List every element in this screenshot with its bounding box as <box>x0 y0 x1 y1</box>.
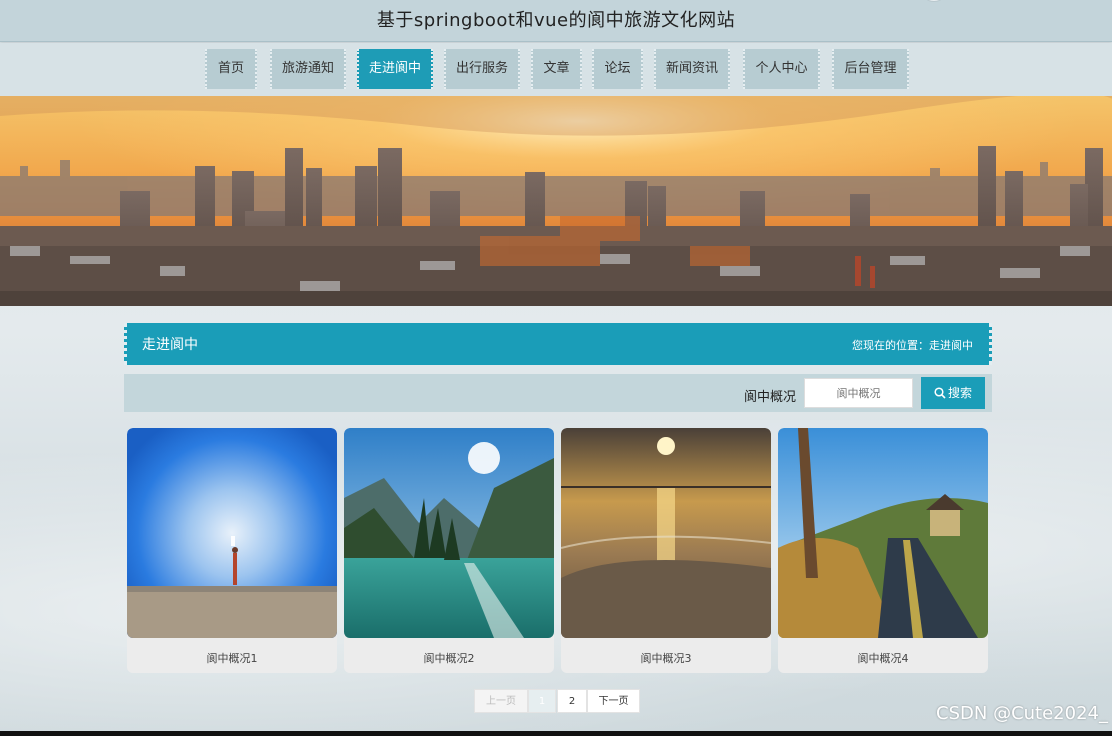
card-caption: 阆中概况3 <box>640 652 692 665</box>
nav-item-admin[interactable]: 后台管理 <box>832 49 909 89</box>
search-button-label: 搜索 <box>947 386 972 400</box>
section-title: 走进阆中 <box>142 337 198 353</box>
attraction-card[interactable]: 阆中概况3 <box>561 428 771 673</box>
next-page-button[interactable]: 下一页 <box>587 689 640 713</box>
prev-page-button[interactable]: 上一页 <box>474 689 528 713</box>
breadcrumb: 您现在的位置：走进阆中 <box>852 339 973 352</box>
user-avatar[interactable] <box>920 0 948 2</box>
site-title: 基于springboot和vue的阆中旅游文化网站 <box>376 10 736 31</box>
bottom-border <box>0 731 1112 736</box>
attraction-card[interactable]: 阆中概况2 <box>344 428 554 673</box>
nav-item-user-center[interactable]: 个人中心 <box>743 49 820 89</box>
section-header: 走进阆中 您现在的位置：走进阆中 <box>124 323 992 365</box>
card-image <box>778 428 988 638</box>
card-caption: 阆中概况4 <box>857 652 909 665</box>
page-button[interactable]: 2 <box>557 689 587 713</box>
card-image <box>344 428 554 638</box>
nav-item-forum[interactable]: 论坛 <box>592 49 643 89</box>
nav-item-home[interactable]: 首页 <box>205 49 257 89</box>
card-caption: 阆中概况1 <box>206 652 258 665</box>
nav-item-enter-langzhong[interactable]: 走进阆中 <box>357 49 433 89</box>
nav-item-articles[interactable]: 文章 <box>531 49 582 89</box>
page-button[interactable]: 1 <box>528 689 556 713</box>
attraction-card[interactable]: 阆中概况4 <box>778 428 988 673</box>
card-caption: 阆中概况2 <box>423 652 475 665</box>
hero-banner <box>0 96 1112 306</box>
search-icon <box>934 387 946 399</box>
attraction-card[interactable]: 阆中概况1 <box>127 428 337 673</box>
card-image <box>561 428 771 638</box>
search-bar: 阆中概况 搜索 <box>124 374 992 412</box>
nav-item-travel-service[interactable]: 出行服务 <box>444 49 520 89</box>
main-nav: 首页 旅游通知 走进阆中 出行服务 文章 论坛 新闻资讯 个人中心 后台管理 <box>0 43 1112 96</box>
nav-item-travel-notice[interactable]: 旅游通知 <box>270 49 346 89</box>
city-skyline-image <box>0 96 1112 306</box>
site-header: 基于springboot和vue的阆中旅游文化网站 <box>0 0 1112 42</box>
watermark: CSDN @Cute2024_ <box>936 703 1108 724</box>
card-image <box>127 428 337 638</box>
search-label: 阆中概况 <box>744 390 797 405</box>
search-input[interactable] <box>804 378 913 408</box>
nav-item-news[interactable]: 新闻资讯 <box>654 49 730 89</box>
search-button[interactable]: 搜索 <box>921 377 985 409</box>
